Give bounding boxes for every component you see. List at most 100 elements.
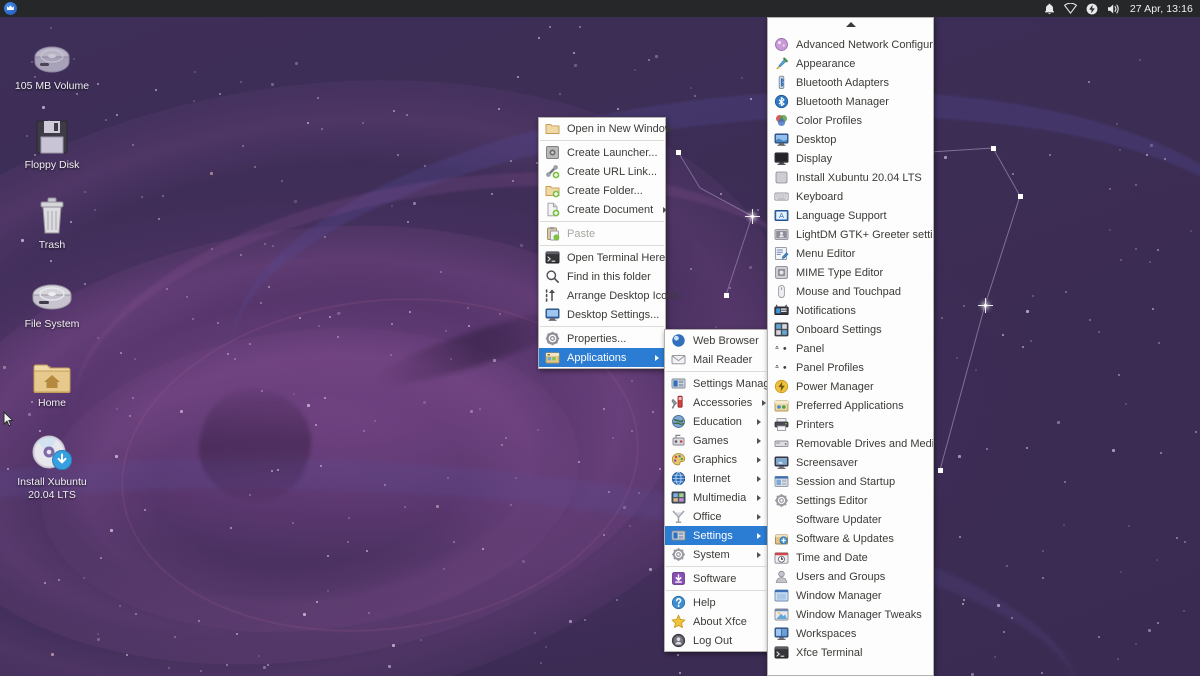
menu-item-workspaces[interactable]: Workspaces — [768, 624, 933, 643]
menu-item-xfce-terminal[interactable]: Xfce Terminal — [768, 643, 933, 662]
xubuntu-whisker-menu-icon[interactable] — [4, 2, 17, 15]
menu-item-open-terminal-here[interactable]: Open Terminal Here — [539, 248, 665, 267]
menu-item-paste[interactable]: Paste — [539, 224, 665, 243]
menu-item-label: Software & Updates — [796, 532, 894, 545]
menu-item-display[interactable]: Display — [768, 149, 933, 168]
menu-item-bluetooth-adapters[interactable]: Bluetooth Adapters — [768, 73, 933, 92]
workspaces-icon — [773, 626, 789, 642]
menu-item-window-manager[interactable]: Window Manager — [768, 586, 933, 605]
menu-item-find-in-this-folder[interactable]: Find in this folder — [539, 267, 665, 286]
menu-item-menu-editor[interactable]: Menu Editor — [768, 244, 933, 263]
desktop-icon-home[interactable]: Home — [0, 349, 104, 410]
menu-item-office[interactable]: Office — [665, 507, 767, 526]
menu-item-settings[interactable]: Settings — [665, 526, 767, 545]
menu-item-label: Graphics — [693, 453, 738, 466]
bright-star — [745, 209, 760, 224]
menu-item-advanced-network-configuration[interactable]: Advanced Network Configuration — [768, 35, 933, 54]
menu-item-users-and-groups[interactable]: Users and Groups — [768, 567, 933, 586]
menu-item-graphics[interactable]: Graphics — [665, 450, 767, 469]
scroll-up-arrow[interactable] — [768, 19, 933, 30]
menu-item-label: Settings Editor — [796, 494, 868, 507]
menu-item-lightdm-gtk-greeter-settings[interactable]: LightDM GTK+ Greeter settings — [768, 225, 933, 244]
menu-item-desktop-settings[interactable]: Desktop Settings... — [539, 305, 665, 324]
power-icon[interactable] — [1086, 3, 1098, 15]
menu-item-software[interactable]: Software — [665, 569, 767, 588]
menu-item-multimedia[interactable]: Multimedia — [665, 488, 767, 507]
menu-item-panel-profiles[interactable]: Panel Profiles — [768, 358, 933, 377]
desktop-icon-trash[interactable]: Trash — [0, 191, 104, 252]
menu-item-bluetooth-manager[interactable]: Bluetooth Manager — [768, 92, 933, 111]
menu-item-about-xfce[interactable]: About Xfce — [665, 612, 767, 631]
menu-item-label: Office — [693, 510, 722, 523]
notifications-bell-icon[interactable] — [1044, 3, 1055, 15]
desktop-icon-105-mb-volume[interactable]: 105 MB Volume — [0, 32, 104, 93]
menu-item-label: Accessories — [693, 396, 753, 409]
color-profiles-icon — [773, 113, 789, 129]
menu-item-window-manager-tweaks[interactable]: Window Manager Tweaks — [768, 605, 933, 624]
menu-item-label: Arrange Desktop Icons — [567, 289, 679, 302]
menu-separator — [666, 566, 766, 567]
menu-item-software-updater[interactable]: Software Updater — [768, 510, 933, 529]
menu-item-label: Find in this folder — [567, 270, 651, 283]
menu-item-mouse-and-touchpad[interactable]: Mouse and Touchpad — [768, 282, 933, 301]
menu-item-power-manager[interactable]: Power Manager — [768, 377, 933, 396]
menu-item-games[interactable]: Games — [665, 431, 767, 450]
desktop-icon-install-xubuntu-20-04-lts[interactable]: Install Xubuntu 20.04 LTS — [0, 428, 104, 501]
menu-item-keyboard[interactable]: Keyboard — [768, 187, 933, 206]
desktop-context-menu[interactable]: Open in New Window Create Launcher... Crea… — [538, 117, 679, 369]
menu-item-log-out[interactable]: Log Out — [665, 631, 767, 650]
menu-item-create-document[interactable]: Create Document — [539, 200, 668, 219]
url-link-icon — [544, 164, 560, 180]
menu-item-color-profiles[interactable]: Color Profiles — [768, 111, 933, 130]
mime-type-icon — [773, 265, 789, 281]
menu-item-removable-drives-and-media[interactable]: Removable Drives and Media — [768, 434, 933, 453]
accessories-icon — [670, 395, 686, 411]
menu-item-open-in-new-window[interactable]: Open in New Window — [539, 119, 673, 138]
menu-item-label: Removable Drives and Media — [796, 437, 934, 450]
menu-item-label: Preferred Applications — [796, 399, 904, 412]
menu-item-desktop[interactable]: Desktop — [768, 130, 933, 149]
menu-item-screensaver[interactable]: Screensaver — [768, 453, 933, 472]
applications-submenu[interactable]: Web Browser Mail Reader Settings Manager Ac… — [664, 329, 779, 652]
menu-item-notifications[interactable]: Notifications — [768, 301, 933, 320]
menu-item-onboard-settings[interactable]: Onboard Settings — [768, 320, 933, 339]
menu-item-settings-editor[interactable]: Settings Editor — [768, 491, 933, 510]
volume-icon[interactable] — [1107, 3, 1121, 15]
menu-item-create-url-link[interactable]: Create URL Link... — [539, 162, 665, 181]
desktop-icon-file-system[interactable]: File System — [0, 270, 104, 331]
menu-item-properties[interactable]: Properties... — [539, 329, 665, 348]
menu-item-install-xubuntu-20-04-lts[interactable]: Install Xubuntu 20.04 LTS — [768, 168, 933, 187]
wifi-icon[interactable] — [1063, 3, 1077, 14]
menu-item-create-folder[interactable]: Create Folder... — [539, 181, 665, 200]
menu-item-language-support[interactable]: A Language Support — [768, 206, 933, 225]
menu-item-education[interactable]: Education — [665, 412, 767, 431]
menu-item-mime-type-editor[interactable]: MIME Type Editor — [768, 263, 933, 282]
menu-item-help[interactable]: Help — [665, 593, 767, 612]
arrange-icons-icon — [544, 288, 560, 304]
menu-item-system[interactable]: System — [665, 545, 767, 564]
menu-separator — [540, 221, 664, 222]
settings-submenu[interactable]: Panel Advanced Network Configuration Appea… — [767, 17, 934, 676]
menu-item-applications[interactable]: Applications — [539, 348, 665, 367]
menu-item-printers[interactable]: Printers — [768, 415, 933, 434]
menu-item-time-and-date[interactable]: Time and Date — [768, 548, 933, 567]
desktop-icon-floppy-disk[interactable]: Floppy Disk — [0, 111, 104, 172]
menu-item-preferred-applications[interactable]: Preferred Applications — [768, 396, 933, 415]
top-panel[interactable]: 27 Apr, 13:16 — [0, 0, 1200, 17]
trash-icon — [0, 191, 104, 235]
menu-item-settings-manager[interactable]: Settings Manager — [665, 374, 779, 393]
menu-item-internet[interactable]: Internet — [665, 469, 767, 488]
removable-drives-icon — [773, 436, 789, 452]
menu-item-panel[interactable]: Panel — [768, 339, 933, 358]
menu-item-mail-reader[interactable]: Mail Reader — [665, 350, 767, 369]
menu-item-software-updates[interactable]: Software & Updates — [768, 529, 933, 548]
menu-item-accessories[interactable]: Accessories — [665, 393, 767, 412]
panel-clock[interactable]: 27 Apr, 13:16 — [1130, 3, 1193, 15]
session-startup-icon — [773, 474, 789, 490]
menu-item-web-browser[interactable]: Web Browser — [665, 331, 767, 350]
menu-item-session-and-startup[interactable]: Session and Startup — [768, 472, 933, 491]
menu-item-create-launcher[interactable]: Create Launcher... — [539, 143, 665, 162]
menu-item-appearance[interactable]: Appearance — [768, 54, 933, 73]
menu-item-arrange-desktop-icons[interactable]: Arrange Desktop Icons — [539, 286, 679, 305]
submenu-arrow-icon — [757, 418, 761, 425]
